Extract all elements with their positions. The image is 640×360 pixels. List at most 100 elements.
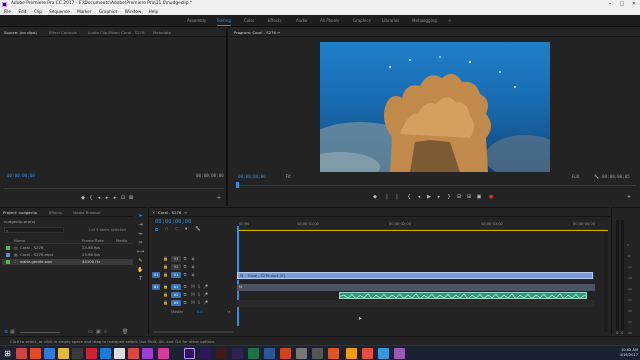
solo-left-button[interactable]: S <box>616 331 618 335</box>
source-step-back-icon[interactable]: ◂ <box>96 195 102 201</box>
voiceover-icon[interactable]: 🎤 <box>203 292 208 297</box>
mute-icon[interactable]: M <box>191 300 195 305</box>
snap-icon[interactable]: ∩ <box>165 227 168 232</box>
menu-window[interactable]: Window <box>125 9 142 14</box>
slip-tool-icon[interactable]: ⟷ <box>137 249 144 256</box>
app-taskbar-icon[interactable] <box>114 348 125 359</box>
workspace-color[interactable]: Color <box>244 15 254 27</box>
app-taskbar-icon[interactable] <box>158 348 169 359</box>
source-insert-icon[interactable]: ⊡ <box>120 195 126 201</box>
menu-marker[interactable]: Marker <box>77 9 91 14</box>
workspace-audio[interactable]: Audio <box>296 15 307 27</box>
app-taskbar-icon[interactable] <box>216 348 227 359</box>
program-add-button-icon[interactable]: + <box>626 194 632 200</box>
mute-icon[interactable]: M <box>191 284 195 289</box>
tab-effects[interactable]: Effects <box>49 208 62 217</box>
source-mark-in-icon[interactable]: ◆ <box>80 195 86 201</box>
lane-a1[interactable]: fx <box>237 284 595 291</box>
timeline-timecode[interactable]: 00;00;00;00 <box>155 219 191 225</box>
nest-toggle-icon[interactable]: ⧉ <box>155 227 158 233</box>
program-go-to-in-icon[interactable]: | <box>394 194 400 200</box>
program-timecode-current[interactable]: 00;00;00;00 <box>238 174 266 179</box>
solo-icon[interactable]: S <box>197 292 201 297</box>
timeline-settings-icon[interactable]: 🔧 <box>195 227 201 232</box>
timeline-zoom-scrollbar[interactable] <box>154 331 234 333</box>
time-ruler[interactable]: 00;00 00;00;01;00 00;00;02;00 00;00;03;0… <box>237 220 607 230</box>
tab-program[interactable]: Program: Coral - S276 <box>234 28 276 37</box>
add-marker-icon[interactable]: ▾ <box>185 227 187 232</box>
track-select-tool-icon[interactable]: ⇥ <box>137 222 144 229</box>
word-taskbar-icon[interactable] <box>264 348 275 359</box>
solo-right-button[interactable]: S <box>621 331 623 335</box>
menu-file[interactable]: File <box>4 9 11 14</box>
app-taskbar-icon[interactable] <box>100 348 111 359</box>
track-label-a3[interactable]: A3 <box>171 300 181 306</box>
program-scrubber[interactable] <box>236 185 636 186</box>
ripple-edit-tool-icon[interactable]: ⟛ <box>137 231 144 238</box>
track-label-v3[interactable]: V3 <box>171 256 181 262</box>
pen-tool-icon[interactable]: ✎ <box>137 258 144 265</box>
program-settings-icon[interactable]: 🔧 <box>594 174 599 179</box>
find-icon[interactable]: ⌕ <box>104 329 107 335</box>
app-taskbar-icon[interactable] <box>128 348 139 359</box>
workspace-editing[interactable]: Editing <box>217 15 231 27</box>
menu-help[interactable]: Help <box>149 9 159 14</box>
explorer-taskbar-icon[interactable] <box>58 348 69 359</box>
workspace-all-panels[interactable]: All Panels <box>320 15 339 27</box>
eye-icon[interactable]: ◉ <box>191 264 195 269</box>
track-label-a2[interactable]: A2 <box>171 292 181 298</box>
track-label-a1[interactable]: A1 <box>171 284 181 290</box>
delete-icon[interactable]: 🗑 <box>122 329 128 335</box>
timeline-vertical-scrollbar[interactable] <box>604 232 608 332</box>
audio-clip-waltz[interactable] <box>339 292 587 299</box>
program-go-out-icon[interactable]: } <box>446 194 452 200</box>
sequence-menu-icon[interactable]: ≡ <box>184 208 187 217</box>
source-play-icon[interactable]: ▸ <box>104 195 110 201</box>
program-step-forward-icon[interactable]: ▸ <box>436 194 442 200</box>
zoom-slider[interactable] <box>20 332 60 333</box>
app-taskbar-icon[interactable] <box>394 348 405 359</box>
source-patch-a1[interactable]: A1 <box>152 284 160 290</box>
close-sequence-icon[interactable]: ✕ <box>152 208 155 217</box>
after-effects-taskbar-icon[interactable] <box>200 348 211 359</box>
program-mark-out-icon[interactable]: | <box>384 194 390 200</box>
tab-media-browser[interactable]: Media Browser <box>73 208 101 217</box>
app-taskbar-icon[interactable] <box>86 348 97 359</box>
more-workspaces-icon[interactable]: » <box>448 17 454 25</box>
tab-sequence[interactable]: Coral - S276 <box>158 208 181 217</box>
chrome-taskbar-icon[interactable] <box>16 348 27 359</box>
program-extract-icon[interactable]: ⊞ <box>466 194 472 200</box>
lock-icon[interactable]: 🔒 <box>163 284 168 289</box>
lock-icon[interactable]: 🔒 <box>163 292 168 297</box>
windows-start-icon[interactable]: ⊞ <box>2 348 13 359</box>
master-volume[interactable]: 0.0 <box>197 309 203 315</box>
work-area-bar[interactable] <box>238 230 608 231</box>
lock-icon[interactable]: 🔒 <box>163 264 168 269</box>
col-media[interactable]: Media <box>116 237 127 244</box>
solo-icon[interactable]: S <box>197 300 201 305</box>
source-mark-out-icon[interactable]: { <box>88 195 94 201</box>
program-playhead[interactable] <box>236 182 239 188</box>
icon-view-icon[interactable]: ▦ <box>10 329 15 335</box>
source-step-forward-icon[interactable]: ▸ <box>112 195 118 201</box>
app-taskbar-icon[interactable] <box>362 348 373 359</box>
app-taskbar-icon[interactable] <box>232 348 243 359</box>
menu-sequence[interactable]: Sequence <box>49 9 70 14</box>
list-view-icon[interactable]: ≡ <box>4 329 8 335</box>
col-frame-rate[interactable]: Frame Rate <box>82 237 104 244</box>
program-go-in-icon[interactable]: { <box>406 194 412 200</box>
sync-lock-icon[interactable]: ⧉ <box>183 256 187 261</box>
tab-project[interactable]: Project: nudgeclip <box>3 208 37 217</box>
menu-clip[interactable]: Clip <box>34 9 42 14</box>
go-to-end-icon[interactable]: ⇥ <box>227 309 230 315</box>
program-mark-in-icon[interactable]: ◆ <box>372 194 378 200</box>
workspace-metalogging[interactable]: Metalogging <box>412 15 437 27</box>
minimize-button[interactable]: – <box>604 0 616 8</box>
lock-icon[interactable]: 🔒 <box>163 300 168 305</box>
app-taskbar-icon[interactable] <box>142 348 153 359</box>
razor-tool-icon[interactable]: ✂ <box>137 240 144 247</box>
project-item-sequence[interactable]: ▤ Coral - S276 23.98 fps <box>2 245 138 251</box>
program-export-frame-icon[interactable]: ▣ <box>476 194 482 200</box>
app-taskbar-icon[interactable] <box>296 348 307 359</box>
lock-icon[interactable]: 🔒 <box>163 272 168 277</box>
